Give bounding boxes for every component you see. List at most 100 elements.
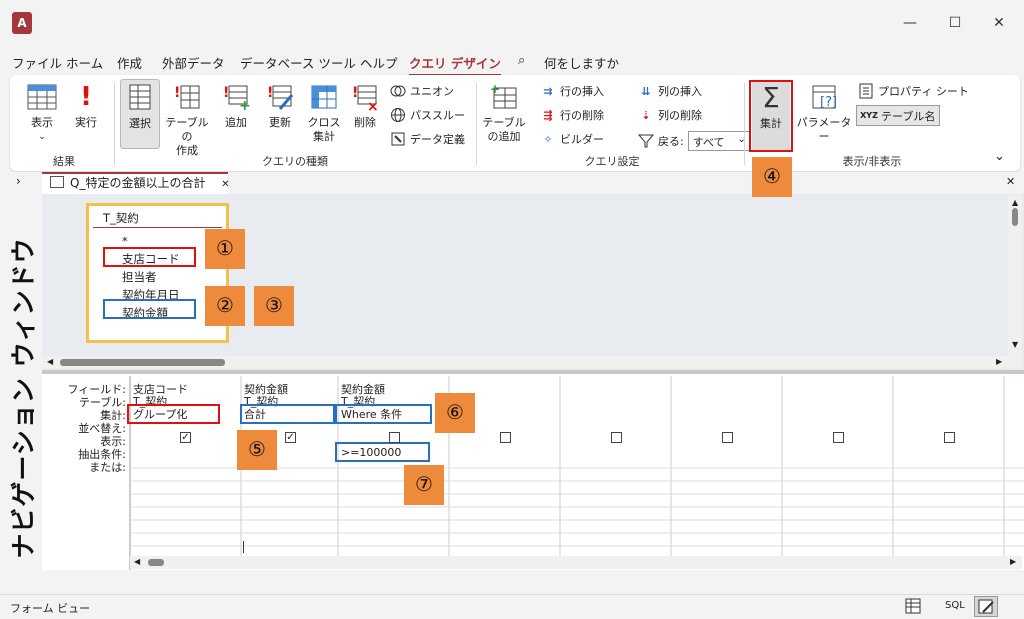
nav-expand-chevron-icon[interactable]: › <box>16 174 21 188</box>
select-label: 選択 <box>129 117 151 130</box>
svg-text:[?]: [?] <box>820 95 837 110</box>
return-label: 戻る: <box>658 135 684 148</box>
select-query-button[interactable]: 選択 <box>120 79 160 149</box>
row-label-sort: 並べ替え: <box>78 422 126 435</box>
access-app-icon[interactable]: A <box>12 12 32 34</box>
crosstab-label-1: クロス <box>307 116 341 129</box>
collapse-ribbon-icon[interactable]: ⌄ <box>994 149 1005 164</box>
close-window-button[interactable]: ✕ <box>984 10 1014 36</box>
callout-3: ③ <box>254 286 294 326</box>
grid-scroll-thumb[interactable] <box>148 559 164 566</box>
ribbon-separator <box>114 83 115 165</box>
search-icon[interactable]: ⌕ <box>518 53 525 68</box>
delete-query-button[interactable]: ! × 削除 <box>346 81 384 130</box>
design-view-status-button[interactable] <box>974 596 998 617</box>
add-table-button[interactable]: + テーブル の追加 <box>482 81 526 144</box>
scroll-right-arrow-icon[interactable]: ▶ <box>996 357 1002 366</box>
add-table-label-1: テーブル <box>482 116 526 129</box>
group-label-results: 結果 <box>53 155 75 168</box>
show-checkbox-6[interactable] <box>722 432 733 443</box>
union-label: ユニオン <box>410 85 454 98</box>
menu-database-tools[interactable]: データベース ツール <box>240 53 356 72</box>
svg-text:!: ! <box>352 85 358 101</box>
upper-horizontal-scroll-thumb[interactable] <box>60 359 225 366</box>
menu-query-design[interactable]: クエリ デザイン <box>409 53 501 77</box>
make-table-label-1: テーブルの <box>165 116 209 143</box>
return-select[interactable]: すべて ⌄ <box>687 131 750 151</box>
svg-text:+: + <box>490 83 500 96</box>
field-staff[interactable]: 担当者 <box>122 269 157 285</box>
crosstab-query-button[interactable]: クロス 集計 <box>304 81 344 144</box>
svg-text:×: × <box>367 99 379 111</box>
union-button[interactable]: ユニオン <box>390 83 454 99</box>
menu-home[interactable]: ホーム <box>66 53 103 72</box>
insert-columns-button[interactable]: ⇊ 列の挿入 <box>638 83 702 99</box>
upper-vertical-scroll-thumb[interactable] <box>1012 208 1018 226</box>
menu-help[interactable]: ヘルプ <box>360 53 398 72</box>
maximize-button[interactable]: ☐ <box>940 10 970 36</box>
callout-5: ⑤ <box>237 430 277 470</box>
tab-close-icon[interactable]: ✕ <box>221 179 229 190</box>
grid-scroll-left-arrow-icon[interactable]: ◀ <box>134 557 140 566</box>
scroll-left-arrow-icon[interactable]: ◀ <box>47 357 53 366</box>
sql-view-button[interactable]: SQL <box>945 600 965 611</box>
data-definition-button[interactable]: データ定義 <box>390 131 465 147</box>
delete-columns-button[interactable]: ⇣ 列の削除 <box>638 107 702 123</box>
builder-label: ビルダー <box>560 133 604 146</box>
return-control: 戻る: すべて ⌄ <box>638 131 750 151</box>
magic-wand-icon: ✧ <box>543 132 553 146</box>
ribbon-separator <box>476 83 477 165</box>
pass-through-button[interactable]: パススルー <box>390 107 465 123</box>
append-query-button[interactable]: ! + 追加 <box>216 81 256 130</box>
update-query-button[interactable]: ! 更新 <box>260 81 300 130</box>
totals-highlight-box <box>749 80 793 152</box>
delete-x-icon: ! × <box>349 81 381 113</box>
group-label-query-type: クエリの種類 <box>262 155 328 168</box>
tab-title: Q_特定の金額以上の合計 <box>70 176 206 190</box>
query-document-tab[interactable]: Q_特定の金額以上の合計 ✕ <box>42 172 230 194</box>
show-checkbox-4[interactable] <box>500 432 511 443</box>
show-checkbox-7[interactable] <box>833 432 844 443</box>
show-checkbox-3[interactable] <box>389 432 400 443</box>
insert-rows-label: 行の挿入 <box>560 85 604 98</box>
table-field-list-title: T_契約 <box>93 206 222 228</box>
select-query-icon <box>124 82 156 114</box>
data-definition-icon <box>390 131 406 147</box>
insert-columns-label: 列の挿入 <box>658 85 702 98</box>
menu-file[interactable]: ファイル <box>12 53 62 72</box>
show-checkbox-2[interactable]: ✓ <box>285 432 296 443</box>
datasheet-view-status-icon[interactable] <box>905 598 921 614</box>
grid-horizontal-scrollbar[interactable] <box>130 556 1022 569</box>
builder-button[interactable]: ✧ ビルダー <box>540 131 604 147</box>
menu-external-data[interactable]: 外部データ <box>162 53 225 72</box>
field-asterisk[interactable]: * <box>122 234 128 248</box>
insert-rows-button[interactable]: ⇉ 行の挿入 <box>540 83 604 99</box>
title-bar <box>0 0 1024 48</box>
minimize-button[interactable]: — <box>895 10 925 36</box>
run-button[interactable]: ! 実行 <box>68 81 104 130</box>
svg-text:!: ! <box>174 85 180 101</box>
svg-text:!: ! <box>267 85 273 101</box>
scroll-down-arrow-icon[interactable]: ▼ <box>1012 340 1018 349</box>
design-view-icon <box>978 599 994 614</box>
show-checkbox-1[interactable]: ✓ <box>180 432 191 443</box>
view-button[interactable]: 表示 ⌄ <box>24 81 60 144</box>
grid-scroll-right-arrow-icon[interactable]: ▶ <box>1010 557 1016 566</box>
group-label-query-setup: クエリ設定 <box>584 155 640 168</box>
parameters-button[interactable]: [?] パラメーター <box>796 81 852 144</box>
table-names-button[interactable]: XYZ テーブル名 <box>856 105 941 126</box>
callout-7: ⑦ <box>404 465 444 505</box>
row-label-show: 表示: <box>100 435 126 448</box>
close-document-icon[interactable]: ✕ <box>1006 175 1015 188</box>
property-sheet-button[interactable]: プロパティ シート <box>858 83 969 99</box>
scroll-up-arrow-icon[interactable]: ▲ <box>1012 198 1018 207</box>
show-checkbox-8[interactable] <box>944 432 955 443</box>
tell-me-search[interactable]: 何をしますか <box>544 53 619 72</box>
row-label-table: テーブル: <box>78 396 126 409</box>
menu-create[interactable]: 作成 <box>117 53 142 72</box>
callout-2: ② <box>205 286 245 326</box>
show-checkbox-5[interactable] <box>611 432 622 443</box>
make-table-button[interactable]: ! テーブルの 作成 <box>162 81 212 158</box>
delete-rows-button[interactable]: ⇶ 行の削除 <box>540 107 604 123</box>
status-text: フォーム ビュー <box>10 602 91 615</box>
